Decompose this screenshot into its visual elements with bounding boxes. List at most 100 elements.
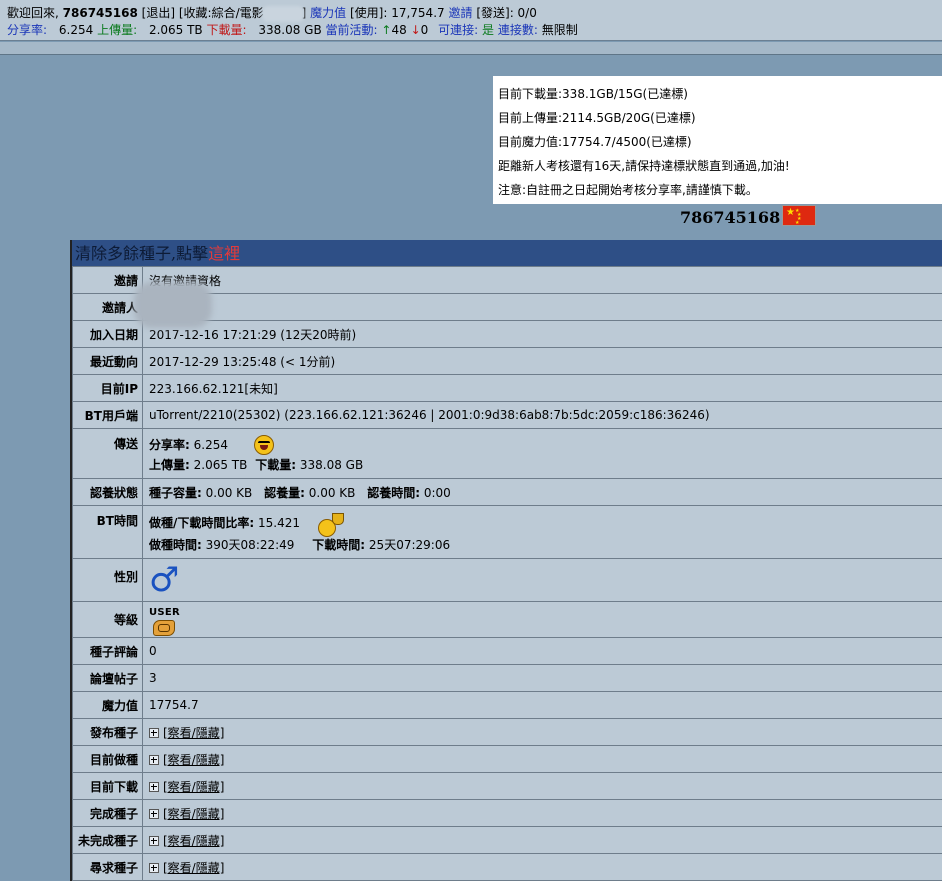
download-value: 338.08 GB bbox=[258, 23, 322, 37]
male-icon: ♂ bbox=[149, 560, 180, 600]
download-value: 338.08 GB bbox=[299, 457, 364, 472]
bt-time-value: 做種/下載時間比率: 15.421 做種時間: 390天08:22:49 下載時… bbox=[142, 505, 942, 559]
seed-time-label: 做種時間: bbox=[149, 538, 202, 552]
favorites-link[interactable]: 綜合/電影 bbox=[212, 6, 264, 20]
seeding-cell: [察看/隱藏] bbox=[142, 745, 942, 773]
china-flag-icon: ★ ★ ★ ★ ★ bbox=[782, 205, 816, 226]
row-label: 加入日期 bbox=[72, 320, 143, 348]
published-toggle-link[interactable]: [察看/隱藏] bbox=[163, 726, 224, 740]
seed-ratio-label: 做種/下載時間比率: bbox=[149, 516, 255, 530]
notice-line: 距離新人考核還有16天,請保持達標狀態直到通過,加油! bbox=[498, 159, 790, 173]
row-level: 等級 USER bbox=[72, 601, 942, 638]
gender-value: ♂ bbox=[142, 558, 942, 602]
row-label: 發布種子 bbox=[72, 718, 143, 746]
comments-value: 0 bbox=[142, 637, 942, 665]
details-table: 邀請 沒有邀請資格 邀請人 加入日期 2017-12-16 17:21:29 (… bbox=[72, 266, 942, 881]
inviter-value bbox=[142, 293, 942, 321]
leeching-cell: [察看/隱藏] bbox=[142, 772, 942, 800]
capacity-value: 0.00 KB bbox=[205, 485, 253, 500]
expand-icon[interactable] bbox=[149, 782, 159, 792]
upload-label: 上傳量: bbox=[149, 457, 190, 472]
published-cell: [察看/隱藏] bbox=[142, 718, 942, 746]
happy-face-icon bbox=[253, 435, 274, 455]
leeching-toggle-link[interactable]: [察看/隱藏] bbox=[163, 780, 224, 794]
connections-label: 連接數: bbox=[497, 23, 538, 37]
row-label: 邀請 bbox=[72, 266, 143, 294]
row-client: BT用戶端 uTorrent/2210(25302) (223.166.62.1… bbox=[72, 401, 942, 429]
upload-value: 2.065 TB bbox=[193, 457, 248, 472]
header-text: 清除多餘種子,點擊 bbox=[75, 244, 209, 263]
notice-line: 注意:自註冊之日起開始考核分享率,請謹慎下載。 bbox=[498, 183, 758, 197]
expand-icon[interactable] bbox=[149, 863, 159, 873]
row-label: 未完成種子 bbox=[72, 826, 143, 854]
incomplete-cell: [察看/隱藏] bbox=[142, 826, 942, 854]
welcome-text: 歡迎回來, bbox=[7, 6, 59, 20]
row-label: 目前做種 bbox=[72, 745, 143, 773]
expand-icon[interactable] bbox=[149, 755, 159, 765]
download-label: 下載量: bbox=[206, 23, 247, 37]
magic-value: 17754.7 bbox=[142, 691, 942, 719]
connections-value: 無限制 bbox=[541, 23, 578, 37]
level-value: USER bbox=[142, 601, 942, 638]
forum-posts-value: 3 bbox=[142, 664, 942, 692]
connectable-value: 是 bbox=[482, 23, 495, 37]
upload-label: 上傳量: bbox=[97, 23, 138, 37]
row-label: 尋求種子 bbox=[72, 853, 143, 881]
completed-toggle-link[interactable]: [察看/隱藏] bbox=[163, 807, 224, 821]
invite-value: 沒有邀請資格 bbox=[142, 266, 942, 294]
last-action-value: 2017-12-29 13:25:48 (< 1分前) bbox=[142, 347, 942, 375]
ip-value: 223.166.62.121[未知] bbox=[142, 374, 942, 402]
row-label: 邀請人 bbox=[72, 293, 143, 321]
trophy-face-icon bbox=[317, 512, 344, 537]
invite-link[interactable]: 邀請 bbox=[448, 6, 472, 20]
expand-icon[interactable] bbox=[149, 728, 159, 738]
ratio-label: 分享率: bbox=[7, 23, 48, 37]
adopt-time-label: 認養時間: bbox=[367, 485, 421, 500]
download-label: 下載量: bbox=[255, 457, 297, 472]
clear-torrents-link[interactable]: 這裡 bbox=[208, 244, 240, 263]
user-info-bar: 歡迎回來, 786745168 [退出] [收藏:綜合/電影] 魔力值 [使用]… bbox=[0, 0, 942, 41]
row-label: 最近動向 bbox=[72, 347, 143, 375]
row-label: 魔力值 bbox=[72, 691, 143, 719]
arrow-down-icon: ↓ bbox=[410, 23, 421, 37]
row-comments: 種子評論 0 bbox=[72, 637, 942, 665]
seeding-toggle-link[interactable]: [察看/隱藏] bbox=[163, 753, 224, 767]
transfer-value: 分享率: 6.254 上傳量: 2.065 TB 下載量: 338.08 GB bbox=[142, 428, 942, 479]
username-link[interactable]: 786745168 bbox=[63, 6, 138, 20]
active-up-value: 48 bbox=[391, 23, 407, 37]
active-down-value: 0 bbox=[420, 23, 429, 37]
active-label: 當前活動: bbox=[325, 23, 378, 37]
notice-line: 目前上傳量:2114.5GB/20G(已達標) bbox=[498, 111, 696, 125]
row-adoption: 認養狀態 種子容量: 0.00 KB 認養量: 0.00 KB 認養時間: 0:… bbox=[72, 478, 942, 506]
expand-icon[interactable] bbox=[149, 809, 159, 819]
client-value: uTorrent/2210(25302) (223.166.62.121:362… bbox=[142, 401, 942, 429]
row-last-action: 最近動向 2017-12-29 13:25:48 (< 1分前) bbox=[72, 347, 942, 375]
upload-value: 2.065 TB bbox=[148, 23, 203, 37]
row-published: 發布種子 [察看/隱藏] bbox=[72, 718, 942, 746]
magic-value-link[interactable]: 魔力值 bbox=[310, 6, 346, 20]
adopt-time-value: 0:00 bbox=[423, 485, 451, 500]
incomplete-toggle-link[interactable]: [察看/隱藏] bbox=[163, 834, 224, 848]
row-forum-posts: 論壇帖子 3 bbox=[72, 664, 942, 692]
row-label: BT用戶端 bbox=[72, 401, 143, 429]
connectable-label: 可連接: bbox=[438, 23, 479, 37]
logout-link[interactable]: [退出] bbox=[142, 6, 175, 20]
row-label: 論壇帖子 bbox=[72, 664, 143, 692]
adopt-amount-value: 0.00 KB bbox=[308, 485, 356, 500]
ratio-value: 6.254 bbox=[193, 437, 228, 452]
expand-icon[interactable] bbox=[149, 836, 159, 846]
use-magic-link[interactable]: [使用]: 17,754.7 bbox=[350, 6, 445, 20]
leech-time-value: 25天07:29:06 bbox=[368, 538, 451, 552]
seed-time-value: 390天08:22:49 bbox=[205, 538, 295, 552]
row-completed: 完成種子 [察看/隱藏] bbox=[72, 799, 942, 827]
requested-toggle-link[interactable]: [察看/隱藏] bbox=[163, 861, 224, 875]
user-class-text: USER bbox=[149, 606, 181, 618]
blurred-redaction bbox=[134, 282, 212, 328]
row-transfer: 傳送 分享率: 6.254 上傳量: 2.065 TB 下載量: 338.08 … bbox=[72, 428, 942, 479]
ratio-value: 6.254 bbox=[58, 23, 94, 37]
adoption-value: 種子容量: 0.00 KB 認養量: 0.00 KB 認養時間: 0:00 bbox=[142, 478, 942, 506]
row-seeding: 目前做種 [察看/隱藏] bbox=[72, 745, 942, 773]
row-label: 完成種子 bbox=[72, 799, 143, 827]
notice-line: 目前魔力值:17754.7/4500(已達標) bbox=[498, 135, 692, 149]
row-label: 目前IP bbox=[72, 374, 143, 402]
